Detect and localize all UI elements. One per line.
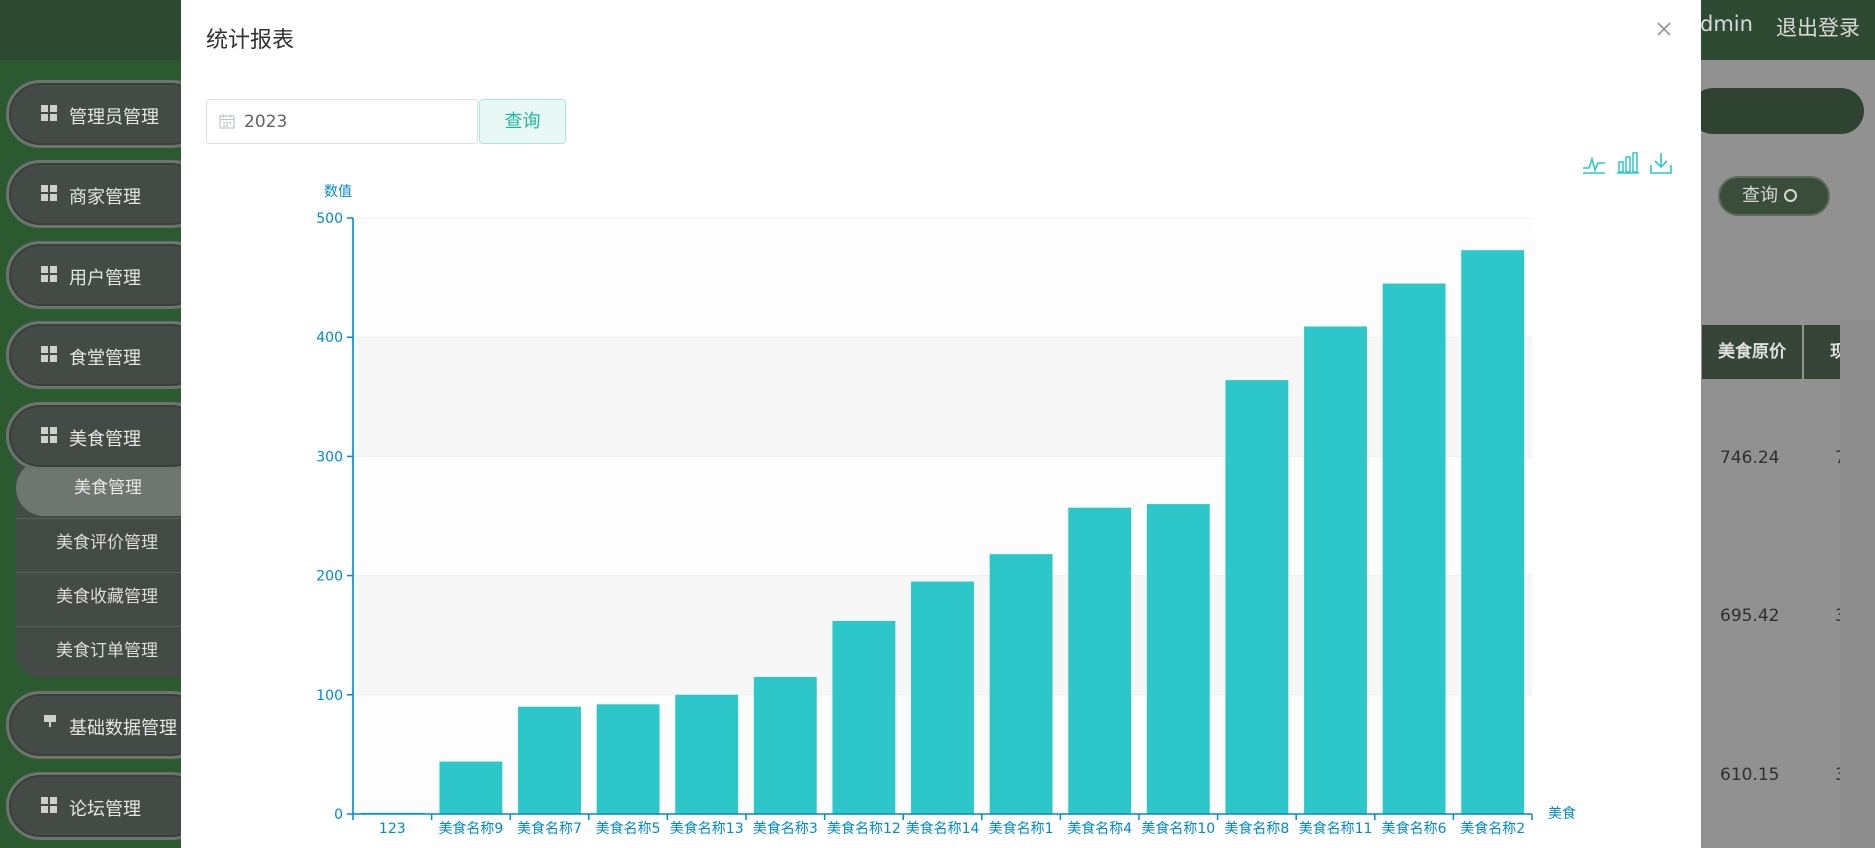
x-tick-label: 美食名称5 — [596, 820, 661, 837]
sidebar-item-label: 基础数据管理 — [69, 718, 177, 739]
search-bar[interactable] — [1690, 88, 1864, 134]
sidebar-item-label: 用户管理 — [69, 268, 141, 289]
logout-link[interactable]: 退出登录 — [1776, 12, 1860, 42]
bar — [1382, 283, 1446, 814]
bar — [596, 704, 660, 814]
flag-icon — [44, 715, 56, 727]
background-query-button[interactable]: 查询 — [1718, 176, 1830, 216]
sidebar-item-label: 美食管理 — [69, 429, 141, 450]
y-tick-label: 400 — [316, 330, 343, 346]
bar — [518, 706, 581, 814]
grid-band — [353, 218, 1532, 338]
sidebar-item-basic-data[interactable]: 基础数据管理 — [6, 691, 206, 759]
bar — [911, 581, 974, 814]
grid-icon — [41, 346, 57, 362]
x-tick-label: 美食名称9 — [438, 820, 503, 837]
search-icon — [1784, 189, 1797, 202]
y-axis-label: 数值 — [324, 184, 352, 200]
grid-icon — [41, 427, 57, 443]
x-tick-label: 美食名称10 — [1141, 820, 1215, 837]
bar — [675, 694, 739, 814]
bar — [1304, 326, 1367, 814]
table-cell-price: 746.24 — [1720, 448, 1780, 468]
bar — [753, 676, 817, 814]
grid-icon — [41, 185, 57, 201]
x-tick-label: 美食名称13 — [670, 820, 744, 837]
bar — [1461, 250, 1525, 814]
bar — [1068, 507, 1132, 814]
x-tick-label: 美食名称4 — [1067, 820, 1132, 837]
x-tick-label: 美食名称6 — [1382, 820, 1447, 837]
bar — [832, 620, 896, 814]
grid-icon — [41, 105, 57, 121]
sidebar-item-label: 商家管理 — [69, 187, 141, 208]
x-tick-label: 美食名称1 — [989, 820, 1054, 837]
table-cell-price: 695.42 — [1720, 606, 1780, 626]
y-tick-label: 100 — [316, 688, 343, 704]
grid-icon — [41, 797, 57, 813]
username-label: dmin — [1700, 12, 1753, 36]
bar — [1146, 504, 1210, 814]
background-scroll-area — [1840, 320, 1875, 848]
bar — [1225, 380, 1289, 814]
sidebar-item-forum[interactable]: 论坛管理 — [6, 772, 206, 840]
statistics-dialog: 统计报表 查询 0100200300400500123美食名称9美食名称 — [181, 0, 1701, 848]
sidebar-item-label: 论坛管理 — [69, 799, 141, 820]
sidebar-item-canteen[interactable]: 食堂管理 — [6, 321, 206, 389]
sidebar-item-user[interactable]: 用户管理 — [6, 241, 206, 309]
x-tick-label: 美食名称12 — [827, 820, 901, 837]
bar — [989, 554, 1053, 814]
sidebar-item-merchant[interactable]: 商家管理 — [6, 160, 206, 228]
x-tick-label: 美食名称7 — [517, 820, 582, 837]
x-tick-label: 美食名称11 — [1299, 820, 1373, 837]
x-axis-label: 美食 — [1548, 805, 1576, 822]
y-tick-label: 200 — [316, 569, 343, 585]
sidebar-item-label: 管理员管理 — [69, 107, 159, 128]
x-tick-label: 美食名称3 — [753, 820, 818, 837]
bar-chart: 0 100 200 300 400 500 123 美食名称9 美食名称7 美食名称5 美食名称13… — [316, 184, 1576, 837]
sidebar-item-label: 食堂管理 — [69, 348, 141, 369]
y-tick-label: 500 — [316, 211, 343, 227]
grid-icon — [41, 266, 57, 282]
table-cell-price: 610.15 — [1720, 765, 1780, 785]
bar — [439, 761, 503, 814]
background-query-label: 查询 — [1742, 185, 1778, 206]
x-tick-label: 美食名称14 — [906, 820, 980, 837]
x-tick-label: 美食名称8 — [1224, 820, 1289, 837]
sidebar-item-food[interactable]: 美食管理 — [6, 402, 206, 470]
y-tick-label: 0 — [334, 807, 343, 823]
sidebar-item-admin[interactable]: 管理员管理 — [6, 80, 206, 148]
x-tick-label: 美食名称2 — [1460, 820, 1525, 837]
table-header-current[interactable]: 现 — [1804, 325, 1847, 379]
y-tick-label: 300 — [316, 449, 343, 465]
table-header-original-price[interactable]: 美食原价 — [1702, 325, 1802, 379]
x-tick-label: 123 — [379, 821, 406, 837]
